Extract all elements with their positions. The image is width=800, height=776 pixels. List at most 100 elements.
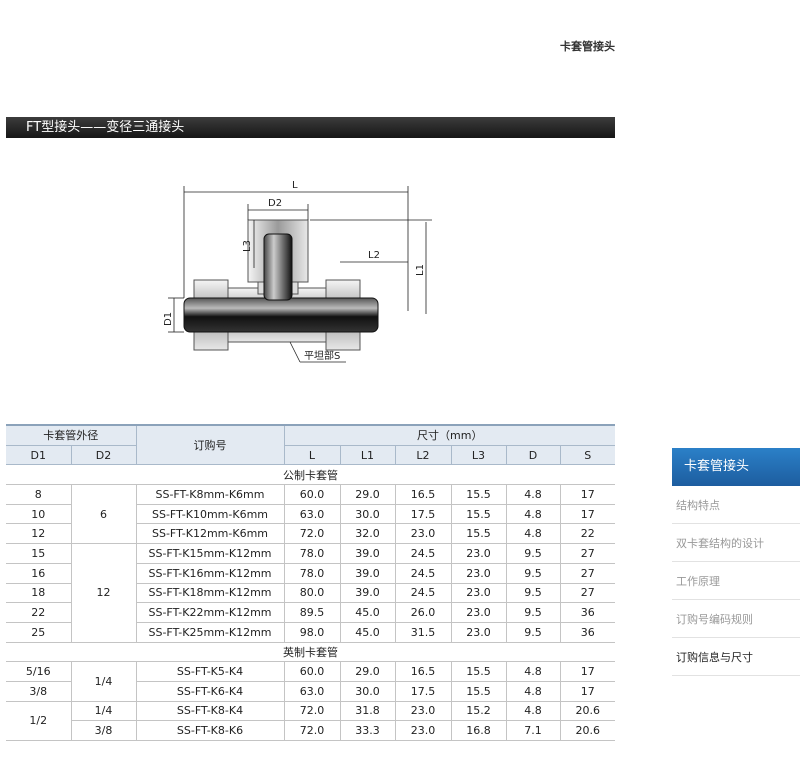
table-row: 1/2 1/4 SS-FT-K8-K4 72.0 31.8 23.0 15.2 … [6, 701, 616, 742]
cell-l3: 15.5 [451, 523, 507, 545]
cell-s: 17 [560, 661, 616, 682]
table-row: 5/16 1/4 SS-FT-K5-K4 60.0 29.0 16.5 15.5… [6, 661, 616, 702]
cell-l: 72.0 [284, 523, 341, 545]
cell-l: 60.0 [284, 484, 341, 505]
sidebar-item-features[interactable]: 结构特点 [672, 486, 800, 524]
cell-l1: 33.3 [340, 720, 396, 741]
table-row: 15 12 SS-FT-K15mm-K12mm 78.0 39.0 24.5 2… [6, 543, 616, 643]
cell-l3: 16.8 [451, 720, 507, 741]
cell-d: 4.8 [506, 661, 561, 682]
cell-d1: 5/16 [6, 661, 72, 682]
cell-l2: 17.5 [395, 504, 452, 525]
sidebar-item-design[interactable]: 双卡套结构的设计 [672, 524, 800, 562]
cell-d1: 8 [6, 484, 72, 505]
cell-l1: 39.0 [340, 583, 396, 604]
cell-l: 89.5 [284, 602, 341, 623]
cell-s: 36 [560, 622, 616, 643]
cell-l1: 31.8 [340, 701, 396, 722]
page-title: 卡套管接头 [560, 40, 615, 53]
cell-l1: 29.0 [340, 484, 396, 505]
cell-d: 9.5 [506, 543, 561, 564]
cell-l2: 24.5 [395, 583, 452, 604]
header-s: S [560, 445, 616, 466]
header-tube-od: 卡套管外径 [6, 423, 137, 446]
dim-label-d2: D2 [268, 198, 282, 209]
cell-l: 60.0 [284, 661, 341, 682]
cell-d2: 3/8 [71, 720, 137, 741]
cell-l2: 23.0 [395, 523, 452, 545]
header-l: L [284, 445, 341, 466]
cell-order: SS-FT-K5-K4 [136, 661, 285, 682]
cell-order: SS-FT-K25mm-K12mm [136, 622, 285, 643]
header-d1: D1 [6, 445, 72, 466]
cell-l: 63.0 [284, 504, 341, 525]
sidebar-item-principle[interactable]: 工作原理 [672, 562, 800, 600]
cell-l: 72.0 [284, 720, 341, 741]
cell-l3: 15.5 [451, 484, 507, 505]
header-l2: L2 [395, 445, 452, 466]
cell-order: SS-FT-K8-K6 [136, 720, 285, 741]
metric-section-label: 公制卡套管 [6, 464, 616, 486]
cell-order: SS-FT-K15mm-K12mm [136, 543, 285, 564]
dim-label-l3: L3 [242, 240, 253, 252]
cell-l1: 45.0 [340, 622, 396, 643]
cell-l3: 23.0 [451, 602, 507, 623]
cell-l2: 23.0 [395, 720, 452, 741]
cell-l2: 16.5 [395, 484, 452, 505]
cell-d: 4.8 [506, 484, 561, 505]
cell-order: SS-FT-K22mm-K12mm [136, 602, 285, 623]
cell-d: 9.5 [506, 583, 561, 604]
cell-l1: 32.0 [340, 523, 396, 545]
cell-l2: 16.5 [395, 661, 452, 682]
cell-d1: 1/2 [6, 701, 72, 742]
cell-s: 27 [560, 583, 616, 604]
cell-d1: 18 [6, 583, 72, 604]
cell-d1: 25 [6, 622, 72, 643]
cell-order: SS-FT-K16mm-K12mm [136, 563, 285, 584]
cell-l3: 23.0 [451, 583, 507, 604]
cell-order: SS-FT-K18mm-K12mm [136, 583, 285, 604]
cell-s: 20.6 [560, 701, 616, 722]
cell-d: 7.1 [506, 720, 561, 741]
cell-s: 22 [560, 523, 616, 545]
table-row: 8 6 SS-FT-K8mm-K6mm 60.0 29.0 16.5 15.5 … [6, 484, 616, 545]
cell-l: 78.0 [284, 543, 341, 564]
cell-s: 17 [560, 681, 616, 702]
cell-l2: 24.5 [395, 543, 452, 564]
cell-d1: 22 [6, 602, 72, 623]
cell-order: SS-FT-K10mm-K6mm [136, 504, 285, 525]
sidebar-item-ordering[interactable]: 订购信息与尺寸 [672, 638, 800, 676]
cell-l2: 23.0 [395, 701, 452, 722]
dim-label-d1: D1 [163, 312, 174, 326]
header-order-no: 订购号 [136, 424, 285, 466]
cell-l1: 30.0 [340, 504, 396, 525]
cell-l: 80.0 [284, 583, 341, 604]
cell-s: 17 [560, 484, 616, 505]
cell-d: 4.8 [506, 681, 561, 702]
cell-s: 27 [560, 563, 616, 584]
cell-d2: 1/4 [71, 661, 137, 702]
cell-l1: 39.0 [340, 563, 396, 584]
cell-l: 63.0 [284, 681, 341, 702]
cell-d: 9.5 [506, 622, 561, 643]
cell-d1: 15 [6, 543, 72, 564]
cell-l3: 15.5 [451, 681, 507, 702]
sidebar-item-coding[interactable]: 订购号编码规则 [672, 600, 800, 638]
imperial-section-label: 英制卡套管 [6, 642, 616, 663]
cell-d1: 3/8 [6, 681, 72, 702]
cell-d1: 12 [6, 523, 72, 545]
cell-order: SS-FT-K8mm-K6mm [136, 484, 285, 505]
cell-s: 17 [560, 504, 616, 525]
dim-label-l: L [292, 180, 298, 191]
cell-s: 27 [560, 543, 616, 564]
cell-l1: 30.0 [340, 681, 396, 702]
sidebar-item-active[interactable]: 卡套管接头 [672, 448, 800, 486]
cell-l3: 15.5 [451, 504, 507, 525]
cell-d2: 1/4 [71, 701, 137, 722]
cell-d: 9.5 [506, 563, 561, 584]
header-d2: D2 [71, 445, 137, 466]
cell-d2: 12 [71, 543, 137, 643]
cell-l2: 26.0 [395, 602, 452, 623]
cell-d: 9.5 [506, 602, 561, 623]
cell-d1: 16 [6, 563, 72, 584]
